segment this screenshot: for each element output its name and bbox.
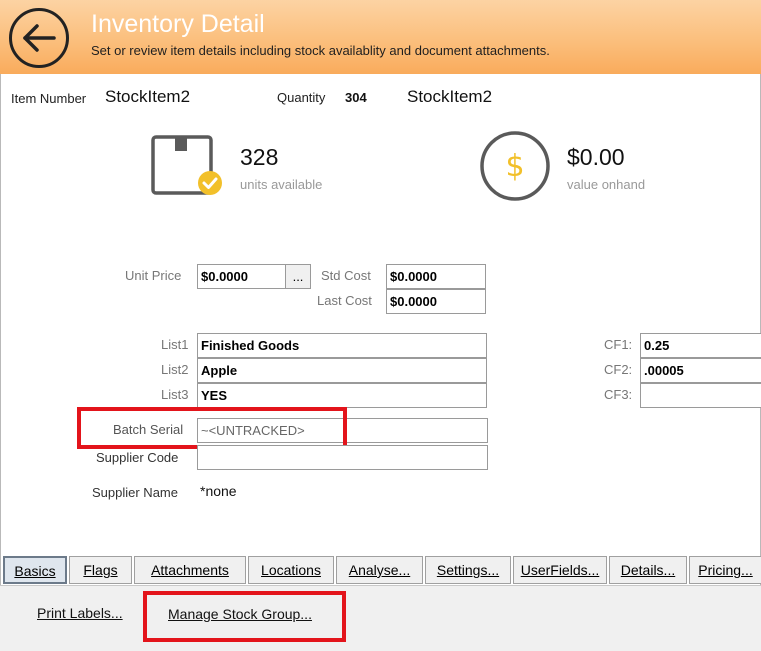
tab-attachments[interactable]: Attachments: [134, 556, 246, 584]
supplier-code-field[interactable]: [197, 445, 488, 470]
list1-field[interactable]: Finished Goods: [197, 333, 487, 358]
cf3-field[interactable]: [640, 383, 761, 408]
supplier-name-label: Supplier Name: [92, 485, 178, 500]
value-onhand-label: value onhand: [567, 177, 646, 192]
tab-settings[interactable]: Settings...: [425, 556, 511, 584]
list2-label: List2: [161, 362, 189, 377]
page-subtitle: Set or review item details including sto…: [91, 43, 550, 58]
page-title: Inventory Detail: [91, 10, 265, 38]
cf3-label: CF3:: [604, 387, 633, 402]
tab-content-panel: Print Labels... Manage Stock Group...: [0, 585, 761, 651]
cf1-label: CF1:: [604, 337, 633, 352]
cf1-field[interactable]: 0.25: [640, 333, 761, 358]
last-cost-label: Last Cost: [317, 293, 372, 308]
item-description: StockItem2: [407, 87, 493, 106]
cf2-label: CF2:: [604, 362, 633, 377]
dollar-coin-icon: $: [480, 131, 550, 201]
tab-locations[interactable]: Locations: [248, 556, 334, 584]
units-available-value: 328: [240, 144, 279, 170]
quantity-value: 304: [345, 90, 367, 105]
tab-pricing[interactable]: Pricing...: [689, 556, 761, 584]
arrow-left-icon: [23, 24, 56, 52]
tab-userfields[interactable]: UserFields...: [513, 556, 607, 584]
unit-price-ellipsis-button[interactable]: ...: [285, 264, 311, 289]
header-bar: Inventory Detail Set or review item deta…: [0, 0, 761, 74]
list2-field[interactable]: Apple: [197, 358, 487, 383]
item-number-label: Item Number: [11, 91, 87, 106]
tab-strip: Basics Flags Attachments Locations Analy…: [0, 556, 761, 585]
list1-label: List1: [161, 337, 189, 352]
tab-details[interactable]: Details...: [609, 556, 687, 584]
quantity-label: Quantity: [277, 90, 326, 105]
back-button[interactable]: [9, 8, 69, 68]
units-available-label: units available: [240, 177, 323, 192]
tab-flags[interactable]: Flags: [69, 556, 132, 584]
item-number-value: StockItem2: [105, 87, 191, 106]
unit-price-field[interactable]: $0.0000: [197, 264, 286, 289]
cf2-field[interactable]: .00005: [640, 358, 761, 383]
std-cost-label: Std Cost: [321, 268, 371, 283]
list3-label: List3: [161, 387, 189, 402]
tab-analyse[interactable]: Analyse...: [336, 556, 423, 584]
value-onhand-value: $0.00: [567, 144, 625, 170]
svg-text:$: $: [505, 149, 524, 184]
last-cost-field[interactable]: $0.0000: [386, 289, 486, 314]
std-cost-field[interactable]: $0.0000: [386, 264, 486, 289]
unit-price-label: Unit Price: [125, 268, 182, 283]
supplier-name-value: *none: [200, 483, 237, 499]
highlight-box-manage-stock-group: [143, 591, 346, 642]
box-check-icon: [151, 135, 222, 195]
supplier-code-label: Supplier Code: [96, 450, 179, 465]
print-labels-link[interactable]: Print Labels...: [37, 605, 123, 621]
list3-field[interactable]: YES: [197, 383, 487, 408]
highlight-box-batch-serial: [77, 407, 347, 449]
tab-basics[interactable]: Basics: [3, 556, 67, 584]
